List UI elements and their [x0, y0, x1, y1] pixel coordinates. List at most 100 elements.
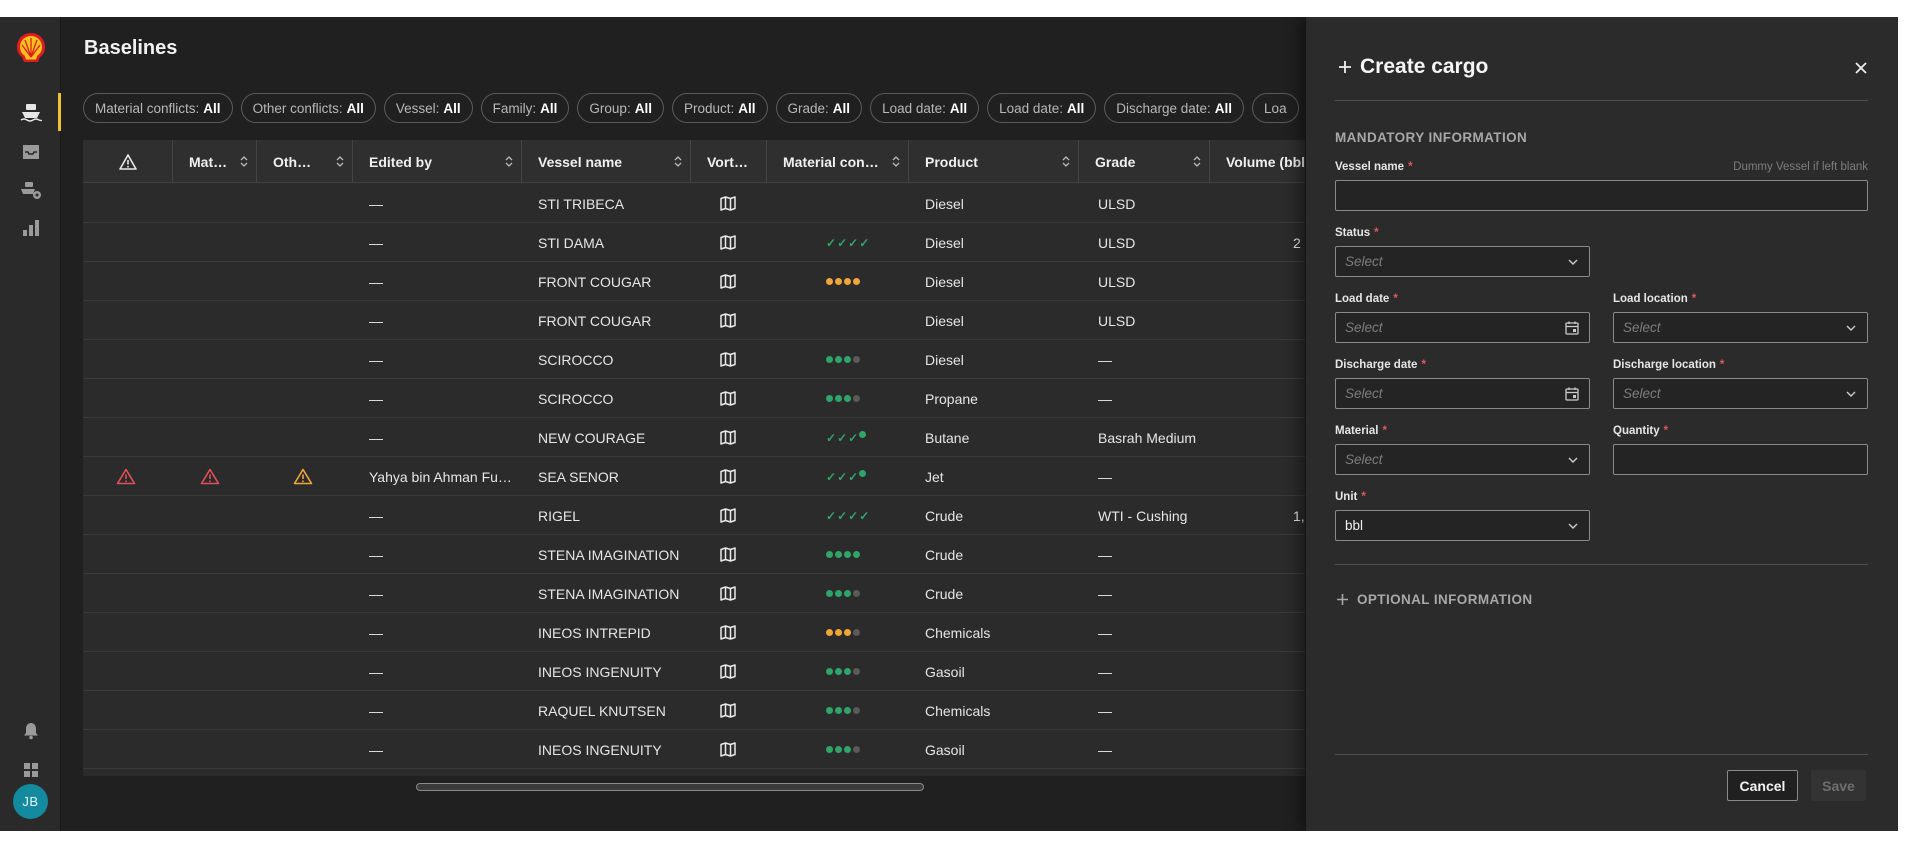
- map-icon[interactable]: [720, 664, 736, 679]
- vessel-name-input[interactable]: [1335, 180, 1868, 211]
- filter-chip[interactable]: Load date: All: [870, 93, 980, 123]
- vessel-name-cell[interactable]: STI TRIBECA: [538, 184, 624, 223]
- map-icon[interactable]: [720, 235, 736, 250]
- filter-chip[interactable]: Grade: All: [775, 93, 863, 123]
- column-header-vortexa[interactable]: Vort…: [690, 140, 766, 183]
- table-row[interactable]: — FRONT COUGAR Diesel ULSD: [83, 301, 1305, 340]
- nav-item-inbox[interactable]: [0, 133, 61, 171]
- table-row[interactable]: — STI TRIBECA Diesel ULSD: [83, 184, 1305, 223]
- warning-icon[interactable]: [116, 468, 136, 485]
- table-row[interactable]: — RAQUEL KNUTSEN Chemicals —: [83, 691, 1305, 730]
- column-header-volume[interactable]: Volume (bbl: [1209, 140, 1305, 183]
- grade-cell: ULSD: [1098, 195, 1136, 212]
- shell-logo-icon[interactable]: [14, 31, 48, 65]
- table-row[interactable]: — SCIROCCO Diesel —: [83, 340, 1305, 379]
- vessel-name-cell[interactable]: RAQUEL KNUTSEN: [538, 691, 666, 730]
- filter-chip[interactable]: Other conflicts: All: [240, 93, 376, 123]
- table-row[interactable]: — SCIROCCO Propane —: [83, 379, 1305, 418]
- map-icon[interactable]: [720, 313, 736, 328]
- close-button[interactable]: [1850, 57, 1872, 79]
- status-select[interactable]: Select: [1335, 246, 1590, 277]
- edited-by-cell: —: [369, 741, 383, 758]
- edited-by-cell: —: [369, 390, 383, 407]
- map-icon[interactable]: [720, 742, 736, 757]
- map-icon[interactable]: [720, 547, 736, 562]
- warning-icon[interactable]: [200, 468, 220, 485]
- filter-chip[interactable]: Discharge date: All: [1104, 93, 1245, 123]
- vessel-name-cell[interactable]: STENA IMAGINATION: [538, 535, 679, 574]
- table-row[interactable]: — INEOS INGENUITY Gasoil —: [83, 652, 1305, 691]
- filter-chip[interactable]: Family: All: [480, 93, 570, 123]
- vessel-name-cell[interactable]: INEOS INGENUITY: [538, 652, 662, 691]
- filter-chip[interactable]: Vessel: All: [383, 93, 473, 123]
- confidence-dot: [844, 278, 851, 285]
- vessel-name-cell[interactable]: SCIROCCO: [538, 340, 613, 379]
- calendar-icon[interactable]: [1564, 320, 1580, 336]
- unit-select[interactable]: bbl: [1335, 510, 1590, 541]
- calendar-icon[interactable]: [1564, 386, 1580, 402]
- map-icon[interactable]: [720, 430, 736, 445]
- vessel-name-cell[interactable]: STI DAMA: [538, 223, 604, 262]
- vessel-name-cell[interactable]: FRONT COUGAR: [538, 262, 651, 301]
- vessel-name-cell[interactable]: RIGEL: [538, 496, 580, 535]
- optional-info-toggle[interactable]: OPTIONAL INFORMATION: [1336, 592, 1533, 607]
- confidence-check: ✓: [848, 430, 858, 445]
- nav-item-analytics[interactable]: [0, 209, 61, 247]
- filter-chip[interactable]: Load date: All: [987, 93, 1097, 123]
- column-header-vessel-name[interactable]: Vessel name: [521, 140, 690, 183]
- table-row[interactable]: — INEOS INGENUITY Gasoil —: [83, 730, 1305, 769]
- table-row[interactable]: — NEW COURAGE ✓ ✓ ✓ Butane Basrah Medium: [83, 418, 1305, 457]
- filter-chip[interactable]: Loa: [1252, 93, 1299, 123]
- map-icon[interactable]: [720, 625, 736, 640]
- map-icon[interactable]: [720, 469, 736, 484]
- map-icon[interactable]: [720, 352, 736, 367]
- map-icon[interactable]: [720, 703, 736, 718]
- product-cell: Crude: [925, 585, 964, 602]
- table-row[interactable]: Yahya bin Ahman Fu… SEA SENOR ✓ ✓ ✓ Jet —: [83, 457, 1305, 496]
- filter-chip[interactable]: Material conflicts: All: [83, 93, 233, 123]
- map-icon[interactable]: [720, 196, 736, 211]
- discharge-location-select[interactable]: Select: [1613, 378, 1868, 409]
- column-header-warnings[interactable]: [83, 140, 172, 183]
- table-row[interactable]: — STI DAMA ✓ ✓ ✓ ✓ Diesel ULSD 2: [83, 223, 1305, 262]
- vessel-name-cell[interactable]: SCIROCCO: [538, 379, 613, 418]
- table-row[interactable]: — RIGEL ✓ ✓ ✓ ✓ Crude WTI - Cushing 1,: [83, 496, 1305, 535]
- column-header-material-confidence[interactable]: Material con…: [766, 140, 908, 183]
- table-row[interactable]: — STENA IMAGINATION Crude —: [83, 535, 1305, 574]
- vessel-name-cell[interactable]: SEA SENOR: [538, 457, 619, 496]
- column-header-other-conflicts[interactable]: Oth…: [256, 140, 352, 183]
- material-select[interactable]: Select: [1335, 444, 1590, 475]
- map-icon[interactable]: [720, 391, 736, 406]
- inbox-icon: [22, 145, 39, 159]
- vessel-name-cell[interactable]: INEOS INGENUITY: [538, 730, 662, 769]
- vessel-name-cell[interactable]: FRONT COUGAR: [538, 301, 651, 340]
- load-location-select[interactable]: Select: [1613, 312, 1868, 343]
- nav-item-notifications[interactable]: [0, 712, 61, 750]
- table-row[interactable]: — FRONT COUGAR Diesel ULSD: [83, 262, 1305, 301]
- cancel-button[interactable]: Cancel: [1727, 770, 1798, 801]
- filter-chip[interactable]: Group: All: [577, 93, 664, 123]
- user-avatar[interactable]: JB: [13, 784, 48, 819]
- filter-chip[interactable]: Product: All: [671, 93, 768, 123]
- map-icon[interactable]: [720, 508, 736, 523]
- map-icon[interactable]: [720, 586, 736, 601]
- quantity-input[interactable]: [1613, 444, 1868, 475]
- map-icon[interactable]: [720, 274, 736, 289]
- discharge-date-picker[interactable]: Select: [1335, 378, 1590, 409]
- warning-icon[interactable]: [293, 468, 313, 485]
- column-header-grade[interactable]: Grade: [1078, 140, 1209, 183]
- vessel-name-cell[interactable]: INEOS INTREPID: [538, 613, 651, 652]
- table-row[interactable]: — STENA IMAGINATION Crude —: [83, 574, 1305, 613]
- horizontal-scrollbar[interactable]: [416, 783, 924, 791]
- column-header-material-conflicts[interactable]: Mat…: [172, 140, 256, 183]
- nav-item-baselines[interactable]: [0, 93, 61, 131]
- vessel-name-cell[interactable]: STENA IMAGINATION: [538, 574, 679, 613]
- confidence-dot: [853, 356, 860, 363]
- save-button[interactable]: Save: [1811, 770, 1866, 801]
- vessel-name-cell[interactable]: NEW COURAGE: [538, 418, 645, 457]
- column-header-edited-by[interactable]: Edited by: [352, 140, 521, 183]
- table-row[interactable]: — INEOS INTREPID Chemicals —: [83, 613, 1305, 652]
- column-header-product[interactable]: Product: [908, 140, 1078, 183]
- nav-item-ship-settings[interactable]: [0, 171, 61, 209]
- load-date-picker[interactable]: Select: [1335, 312, 1590, 343]
